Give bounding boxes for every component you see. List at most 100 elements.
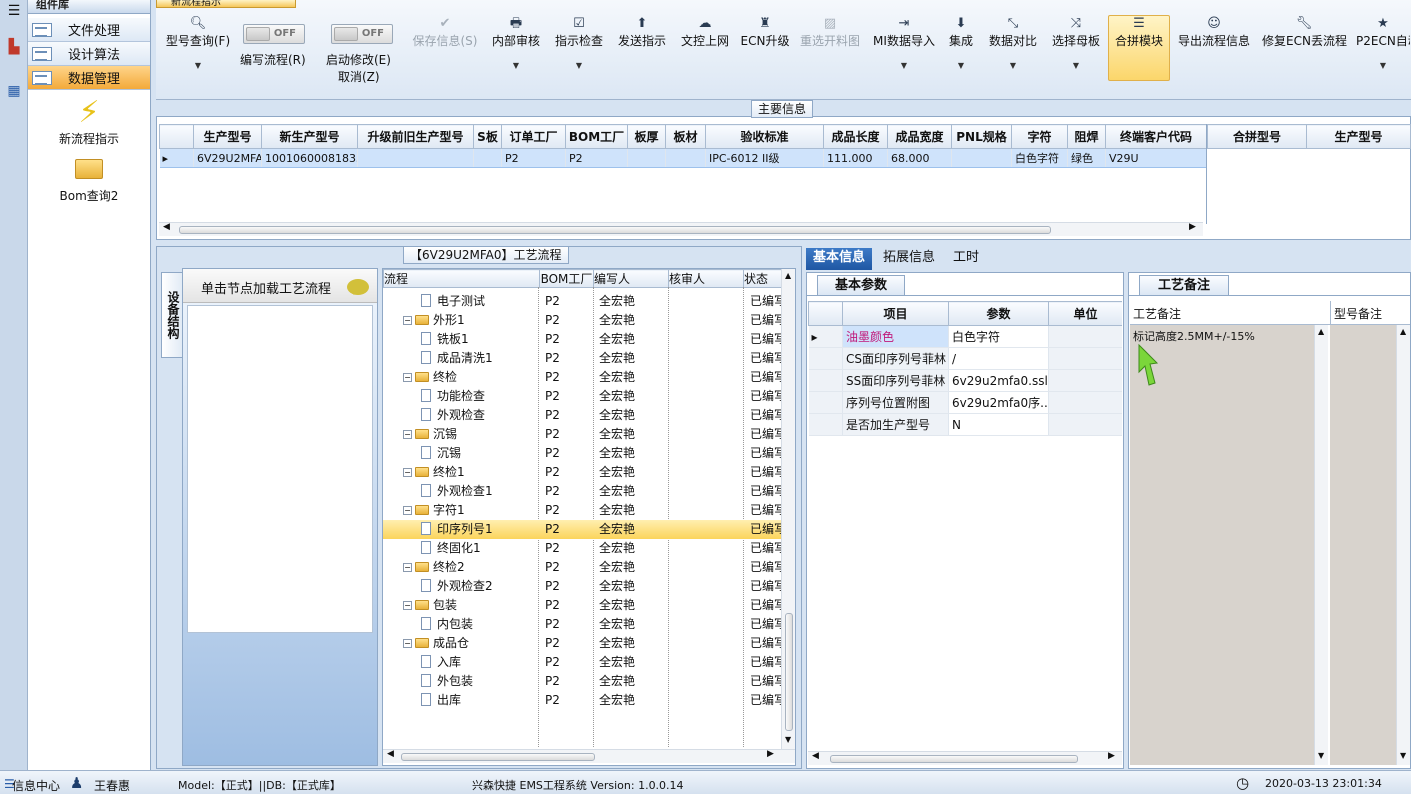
column-header[interactable]: 工艺备注 <box>1130 301 1330 325</box>
tree-folder-row[interactable]: − 终检2 P2 全宏艳 已编写 <box>383 558 782 577</box>
remark-vscroll[interactable]: ▲ ▼ <box>1314 325 1328 765</box>
tree-folder-row[interactable]: − 字符1 P2 全宏艳 已编写 <box>383 501 782 520</box>
tree-node-row[interactable]: 沉锡 P2 全宏艳 已编写 <box>383 444 782 463</box>
column-header[interactable]: 验收标准 <box>705 124 824 149</box>
tree-folder-row[interactable]: − 包装 P2 全宏艳 已编写 <box>383 596 782 615</box>
param-cell[interactable]: 白色字符 <box>948 325 1049 348</box>
tree-node-row[interactable]: 入库 P2 全宏艳 已编写 <box>383 653 782 672</box>
collapse-icon[interactable]: − <box>403 468 412 477</box>
node-list[interactable] <box>187 305 373 633</box>
tree-node-row[interactable]: 成品清洗1 P2 全宏艳 已编写 <box>383 349 782 368</box>
new-process-shortcut[interactable]: ⚡ 新流程指示 <box>28 96 150 147</box>
column-header[interactable]: 核审人 <box>668 269 744 288</box>
model-remark-text[interactable] <box>1330 325 1396 765</box>
row-indicator[interactable]: ▸ <box>159 148 194 168</box>
row-indicator[interactable]: ▸ <box>808 325 843 348</box>
table-row[interactable]: ▸6V29U2MFA010010600081835 P2P2 IPC-6012 II… <box>159 148 1206 168</box>
param-row[interactable]: SS面印序列号菲林6v29u2mfa0.sslsh <box>808 369 1122 392</box>
collapse-icon[interactable]: − <box>403 430 412 439</box>
menu-icon[interactable]: ☰ <box>4 0 24 22</box>
param-cell[interactable]: / <box>948 347 1049 370</box>
library-item-file[interactable]: 文件处理 <box>28 18 150 42</box>
column-header[interactable]: 流程 <box>383 269 540 288</box>
equipment-structure-tab[interactable]: 设备结构 <box>161 272 183 358</box>
start-modify-toggle[interactable]: OFF <box>331 24 393 44</box>
tree-node-row[interactable]: 内包装 P2 全宏艳 已编写 <box>383 615 782 634</box>
write-process-toggle[interactable]: OFF <box>243 24 305 44</box>
column-header[interactable]: 合拼型号 <box>1207 124 1307 149</box>
basic-params-tab[interactable]: 基本参数 <box>817 275 905 295</box>
tree-node-row[interactable]: 外观检查 P2 全宏艳 已编写 <box>383 406 782 425</box>
cancel-button[interactable]: 取消(Z) <box>338 68 380 85</box>
param-cell[interactable]: 6v29u2mfa0序... <box>948 391 1049 414</box>
column-header[interactable]: 项目 <box>842 301 949 326</box>
column-header[interactable]: 生产型号 <box>1306 124 1411 149</box>
scroll-thumb[interactable] <box>830 755 1078 763</box>
column-header[interactable]: 型号备注 <box>1330 301 1410 325</box>
tree-node-row[interactable]: 外观检查1 P2 全宏艳 已编写 <box>383 482 782 501</box>
tab-extended-info[interactable]: 拓展信息 <box>876 248 942 270</box>
collapse-icon[interactable]: − <box>403 639 412 648</box>
bom-query-shortcut[interactable]: Bom查询2 <box>28 153 150 204</box>
factory-icon[interactable]: ▙ <box>4 36 24 58</box>
collapse-icon[interactable]: − <box>403 506 412 515</box>
p2ecn-auto-button[interactable]: ★P2ECN自动▼ <box>1356 16 1410 70</box>
column-header[interactable]: 订单工厂 <box>501 124 566 149</box>
column-header[interactable]: BOM工厂 <box>565 124 628 149</box>
column-header[interactable]: 单位 <box>1048 301 1122 326</box>
fix-ecn-button[interactable]: 🔧︎ 修复ECN丢流程 <box>1262 16 1347 49</box>
tree-node-row[interactable]: 外包装 P2 全宏艳 已编写 <box>383 672 782 691</box>
param-cell[interactable]: 6v29u2mfa0.sslsh <box>948 369 1049 392</box>
process-remark-text[interactable]: 标记高度2.5MM+/-15% <box>1130 325 1314 765</box>
tree-folder-row[interactable]: − 终检 P2 全宏艳 已编写 <box>383 368 782 387</box>
tree-node-row[interactable]: 电子测试 P2 全宏艳 已编写 <box>383 292 782 311</box>
send-instruction-button[interactable]: ⬆ 发送指示 <box>615 16 669 49</box>
row-indicator[interactable] <box>808 413 843 436</box>
collapse-icon[interactable]: − <box>403 563 412 572</box>
tree-folder-row[interactable]: − 成品仓 P2 全宏艳 已编写 <box>383 634 782 653</box>
doc-control-online-button[interactable]: ☁ 文控上网 <box>678 16 732 49</box>
reselect-cutting-button[interactable]: ▨ 重选开料图 <box>798 16 862 49</box>
tree-node-row[interactable]: 出库 P2 全宏艳 已编写 <box>383 691 782 710</box>
library-item-data[interactable]: 数据管理 <box>28 66 150 90</box>
collapse-icon[interactable]: − <box>403 601 412 610</box>
param-row[interactable]: CS面印序列号菲林 / <box>808 347 1122 370</box>
param-row[interactable]: 是否加生产型号 N <box>808 413 1122 436</box>
tree-folder-row[interactable]: − 沉锡 P2 全宏艳 已编写 <box>383 425 782 444</box>
tree-node-row[interactable]: 终固化1 P2 全宏艳 已编写 <box>383 539 782 558</box>
collapse-icon[interactable]: − <box>403 373 412 382</box>
tab-work-hours[interactable]: 工时 <box>946 248 986 270</box>
calculator-icon[interactable]: ▦ <box>4 80 24 102</box>
integrate-button[interactable]: ⬇ 集成 ▼ <box>946 16 976 70</box>
row-indicator[interactable] <box>808 391 843 414</box>
data-compare-button[interactable]: ⤡ 数据对比 ▼ <box>986 16 1040 70</box>
column-header[interactable]: S板 <box>473 124 502 149</box>
internal-review-button[interactable]: 🖶︎ 内部审核 ▼ <box>489 16 543 70</box>
grid-corner[interactable] <box>159 124 194 149</box>
column-header[interactable]: 板厚 <box>627 124 666 149</box>
column-header[interactable]: 生产型号 <box>193 124 262 149</box>
select-motherboard-button[interactable]: ⤨ 选择母板 ▼ <box>1049 16 1103 70</box>
scroll-thumb[interactable] <box>179 226 1051 234</box>
column-header[interactable]: 成品长度 <box>823 124 888 149</box>
column-header[interactable]: 阻焊 <box>1067 124 1106 149</box>
column-header[interactable]: PNL规格 <box>951 124 1012 149</box>
library-item-design[interactable]: 设计算法 <box>28 42 150 66</box>
column-header[interactable]: 字符 <box>1011 124 1068 149</box>
tree-folder-row[interactable]: − 终检1 P2 全宏艳 已编写 <box>383 463 782 482</box>
export-process-button[interactable]: ☺ 导出流程信息 <box>1176 16 1252 49</box>
param-cell[interactable]: N <box>948 413 1049 436</box>
column-header[interactable]: 新生产型号 <box>261 124 358 149</box>
process-hscroll[interactable]: ◀ ▶ <box>383 749 795 763</box>
column-header[interactable]: 升级前旧生产型号 <box>357 124 474 149</box>
tree-node-row[interactable]: 铣板1 P2 全宏艳 已编写 <box>383 330 782 349</box>
main-info-hscroll[interactable]: ◀ ▶ <box>159 222 1203 236</box>
save-info-button[interactable]: ✔ 保存信息(S) <box>410 16 480 49</box>
row-indicator[interactable] <box>808 347 843 370</box>
merge-module-button[interactable]: ☰ 合拼模块 <box>1108 15 1170 81</box>
model-remark-vscroll[interactable]: ▲ ▼ <box>1396 325 1410 765</box>
column-header[interactable]: 板材 <box>665 124 706 149</box>
grid-corner[interactable] <box>808 301 843 326</box>
column-header[interactable]: BOM工厂 <box>539 269 594 288</box>
process-vscroll[interactable]: ▲ ▼ <box>781 269 795 749</box>
